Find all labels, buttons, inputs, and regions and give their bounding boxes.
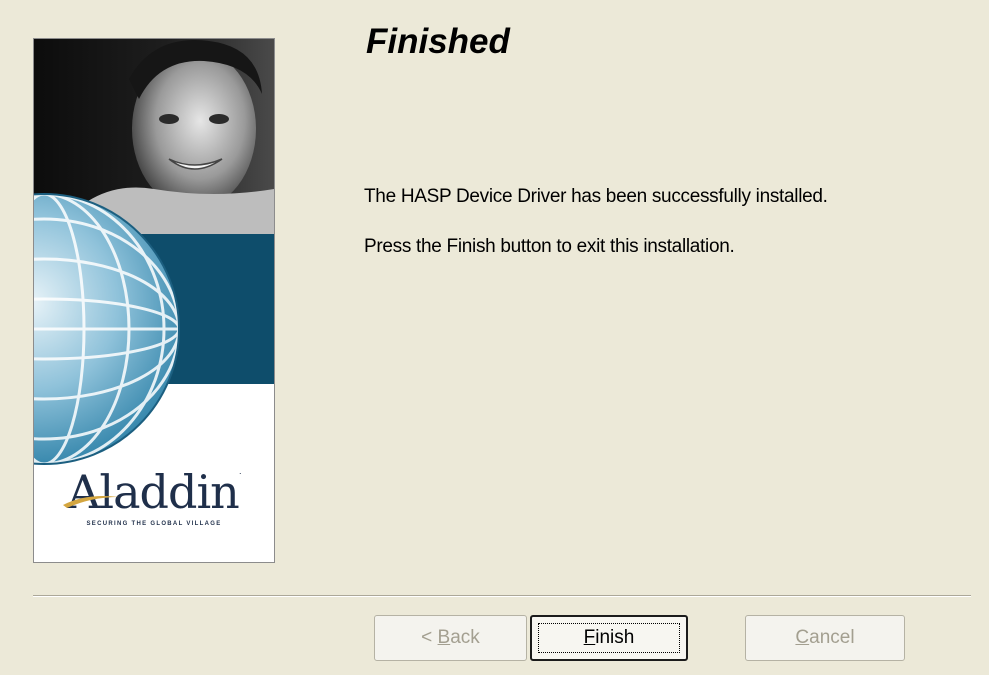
back-button-prefix: < <box>421 627 438 648</box>
cancel-button-mnemonic: C <box>795 627 810 648</box>
aladdin-logo: Aladdin · SECURING THE GLOBAL VILLAGE <box>34 469 274 527</box>
finish-button[interactable]: Finish <box>530 615 688 661</box>
back-button[interactable]: < Back <box>374 615 527 661</box>
installer-dialog: Aladdin · SECURING THE GLOBAL VILLAGE Fi… <box>0 0 989 675</box>
cancel-button[interactable]: Cancel <box>745 615 905 661</box>
wizard-banner-image: Aladdin · SECURING THE GLOBAL VILLAGE <box>33 38 275 563</box>
back-button-label: ack <box>450 627 480 648</box>
instruction-message: Press the Finish button to exit this ins… <box>364 236 735 257</box>
logo-tagline: SECURING THE GLOBAL VILLAGE <box>86 521 222 527</box>
cancel-button-label: ancel <box>809 627 855 648</box>
button-separator <box>33 595 971 597</box>
eye-left <box>159 114 179 124</box>
success-message: The HASP Device Driver has been successf… <box>364 186 828 207</box>
page-title: Finished <box>366 22 510 61</box>
focus-rectangle <box>538 623 680 653</box>
logo-swoosh-icon <box>63 496 120 508</box>
eye-right <box>209 114 229 124</box>
back-button-mnemonic: B <box>437 627 451 648</box>
